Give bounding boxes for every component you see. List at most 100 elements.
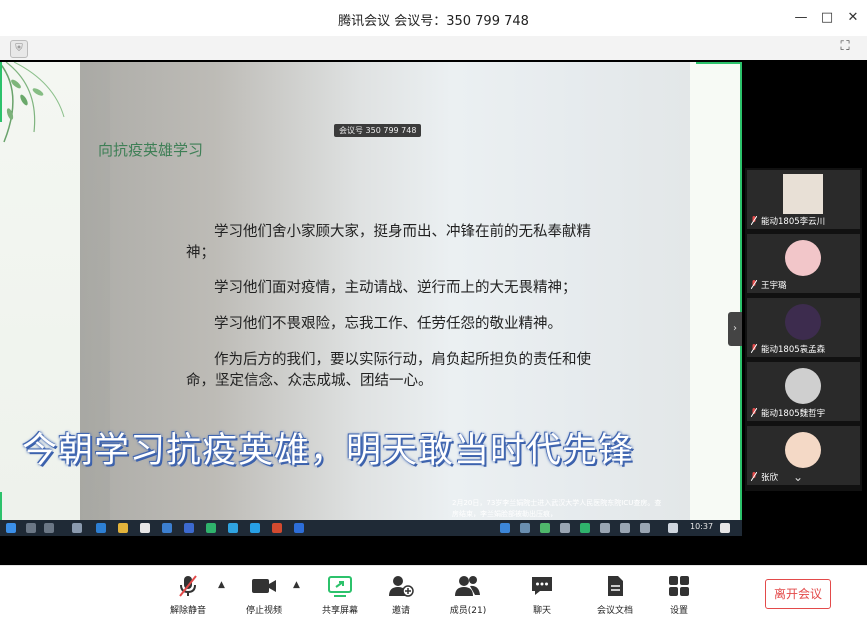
app-icon <box>250 523 260 533</box>
invite-button[interactable]: 邀请 <box>373 574 429 616</box>
secondary-toolbar: ⛨ ⛶ <box>0 36 867 61</box>
app-icon <box>184 523 194 533</box>
participant-name: 王宇璐 <box>761 281 787 291</box>
tray-icon <box>668 523 678 533</box>
tray-icon <box>580 523 590 533</box>
invite-label: 邀请 <box>391 606 410 616</box>
members-icon <box>455 576 480 596</box>
meeting-control-bar: 解除静音 ▲ 停止视频 ▲ 共享屏幕 邀请 成员(21) 聊天 会议文档 设置 … <box>0 565 867 627</box>
share-screen-icon <box>328 576 352 597</box>
share-border-bottom-left <box>0 492 2 522</box>
participant-tile[interactable]: 能动1805魏哲宇 <box>747 362 860 421</box>
meeting-id-tag: 会议号 350 799 748 <box>334 124 422 137</box>
members-button[interactable]: 成员(21) <box>440 574 496 616</box>
camera-icon <box>252 579 276 593</box>
chat-icon <box>532 577 552 595</box>
tray-icon <box>620 523 630 533</box>
settings-button[interactable]: 设置 <box>651 574 707 616</box>
video-options-caret[interactable]: ▲ <box>293 580 300 590</box>
slide-paragraph-3: 学习他们不畏艰险，忘我工作、任劳任怨的敬业精神。 <box>214 316 562 332</box>
share-screen-label: 共享屏幕 <box>321 606 358 616</box>
minimize-button[interactable]: — <box>793 10 809 26</box>
willow-leaf-decoration <box>0 62 65 143</box>
participants-panel: 能动1805李云川 王宇璐 能动1805袁孟森 能动1805魏哲宇 张欣 <box>745 168 862 491</box>
edge-icon <box>96 523 106 533</box>
avatar <box>785 432 821 468</box>
settings-label: 设置 <box>669 606 688 616</box>
close-button[interactable]: ✕ <box>845 10 861 26</box>
participant-tile[interactable]: 能动1805袁孟森 <box>747 298 860 357</box>
slide-photo-caption: 2月20日，73岁李兰娟院士进入武汉大学人民医院东院ICU查房。查房结束，李兰娟… <box>452 499 662 518</box>
invite-user-icon <box>389 576 414 597</box>
participant-video <box>783 174 823 214</box>
slide-heading: 向抗疫英雄学习 <box>98 141 204 159</box>
task-view-icon <box>44 523 54 533</box>
fullscreen-icon[interactable]: ⛶ <box>837 39 853 55</box>
mic-muted-icon <box>751 280 757 289</box>
tray-icon <box>520 523 530 533</box>
mic-off-icon <box>179 575 197 597</box>
participant-tile[interactable]: 能动1805李云川 <box>747 170 860 229</box>
participant-name: 能动1805魏哲宇 <box>761 409 826 419</box>
share-border-right <box>740 62 742 520</box>
search-icon <box>26 523 36 533</box>
share-border-top-right <box>696 62 742 64</box>
unmute-label: 解除静音 <box>169 606 206 616</box>
participant-tile[interactable]: 王宇璐 <box>747 234 860 293</box>
mic-muted-icon <box>751 216 757 225</box>
title-bar: 腾讯会议 会议号：350 799 748 — □ ✕ <box>0 0 867 36</box>
notification-icon <box>720 523 730 533</box>
stop-video-label: 停止视频 <box>245 606 282 616</box>
powerpoint-icon <box>272 523 282 533</box>
participant-name: 能动1805李云川 <box>761 217 826 227</box>
collapse-panel-icon[interactable]: › <box>728 312 742 346</box>
tray-icon <box>540 523 550 533</box>
chat-button[interactable]: 聊天 <box>514 574 570 616</box>
tray-icon <box>560 523 570 533</box>
wechat-icon <box>206 523 216 533</box>
avatar <box>785 304 821 340</box>
mic-muted-icon <box>751 472 757 481</box>
document-icon <box>608 576 623 596</box>
shared-screen: 会议号 350 799 748 向抗疫英雄学习 学习他们舍小家顾大家，挺身而出、… <box>0 62 742 522</box>
members-label: 成员(21) <box>449 606 487 616</box>
mic-muted-icon <box>751 408 757 417</box>
slide-banner-text: 今朝学习抗疫英雄，明天敢当时代先锋 <box>22 431 635 471</box>
slide-paragraph-4: 作为后方的我们，要以实际行动，肩负起所担负的责任和使命，坚定信念、众志成城、团结… <box>186 352 591 389</box>
folder-icon <box>118 523 128 533</box>
tencent-meeting-icon <box>294 523 304 533</box>
store-icon <box>140 523 150 533</box>
taskbar-clock: 10:37 <box>690 522 714 531</box>
chat-label: 聊天 <box>532 606 551 616</box>
window-title: 腾讯会议 会议号：350 799 748 <box>338 14 529 29</box>
stop-video-button[interactable]: 停止视频 <box>236 574 292 616</box>
shared-taskbar: 10:37 <box>0 520 742 536</box>
shield-icon[interactable]: ⛨ <box>10 40 28 58</box>
unmute-button[interactable]: 解除静音 <box>160 574 216 616</box>
avatar <box>785 368 821 404</box>
slide-paragraph-2: 学习他们面对疫情，主动请战、逆行而上的大无畏精神； <box>214 280 577 296</box>
tray-icon <box>500 523 510 533</box>
maximize-button[interactable]: □ <box>819 10 835 26</box>
chevron-down-icon[interactable]: ⌄ <box>793 470 803 484</box>
mail-icon <box>162 523 172 533</box>
mic-muted-icon <box>751 344 757 353</box>
meeting-docs-button[interactable]: 会议文档 <box>587 574 643 616</box>
slide-paragraph-1: 学习他们舍小家顾大家，挺身而出、冲锋在前的无私奉献精神； <box>186 224 591 261</box>
app-icon <box>72 523 82 533</box>
participant-tile[interactable]: 张欣 <box>747 426 860 485</box>
media-icon <box>228 523 238 533</box>
slide-right-panel <box>690 62 742 522</box>
avatar <box>785 240 821 276</box>
audio-options-caret[interactable]: ▲ <box>218 580 225 590</box>
windows-start-icon <box>6 523 16 533</box>
participant-name: 张欣 <box>761 473 779 483</box>
share-screen-button[interactable]: 共享屏幕 <box>312 574 368 616</box>
meeting-docs-label: 会议文档 <box>596 606 633 616</box>
participant-name: 能动1805袁孟森 <box>761 345 826 355</box>
share-border-top-left <box>0 62 2 122</box>
tray-icon <box>600 523 610 533</box>
leave-meeting-button[interactable]: 离开会议 <box>765 579 831 609</box>
apps-grid-icon <box>669 576 689 596</box>
tray-icon <box>640 523 650 533</box>
